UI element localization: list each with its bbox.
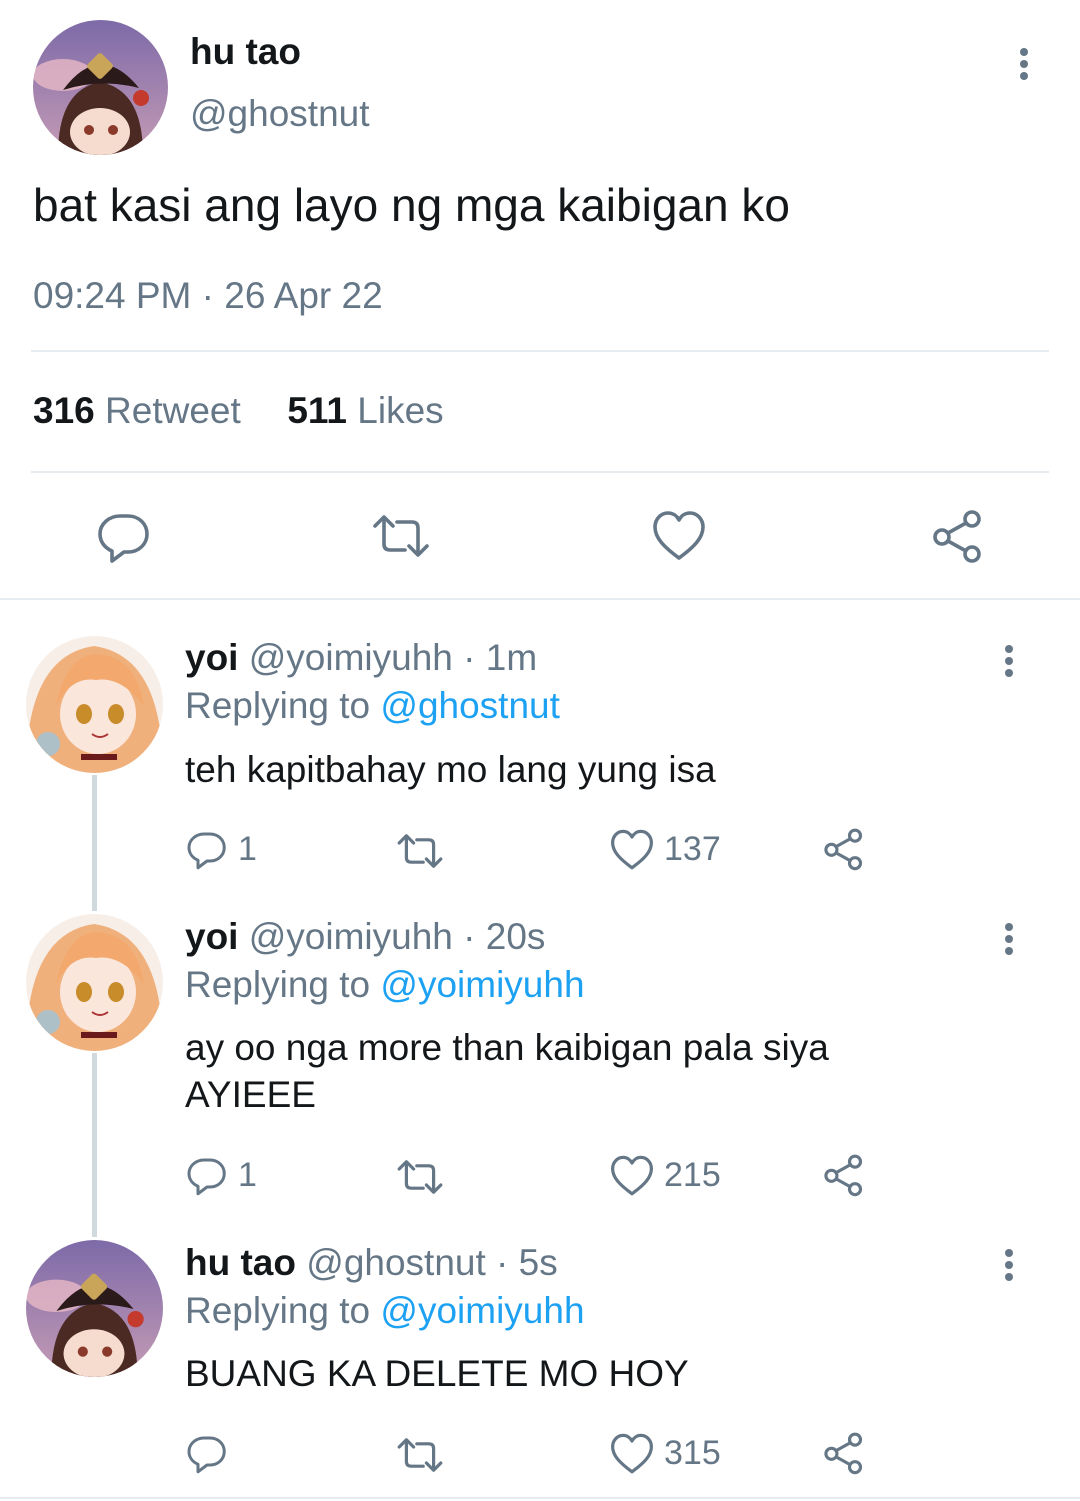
retweet-icon[interactable] (371, 510, 431, 567)
share-icon[interactable] (822, 827, 866, 876)
more-options-icon[interactable] (994, 1243, 1024, 1287)
retweet-count[interactable]: 316 (33, 390, 95, 431)
reply-header: hu tao @ghostnut · 5s (185, 1242, 558, 1284)
replying-to: Replying to @yoimiyuhh (185, 964, 585, 1006)
like-label[interactable]: Likes (357, 390, 443, 431)
reply-avatar[interactable] (26, 1240, 163, 1377)
thread-line (92, 775, 97, 911)
divider (31, 471, 1049, 473)
reply-display-name[interactable]: hu tao (185, 1242, 296, 1283)
replying-to-prefix: Replying to (185, 1290, 371, 1331)
like-count: 315 (664, 1434, 721, 1472)
replying-to-link[interactable]: @ghostnut (380, 685, 560, 726)
tweet-text: bat kasi ang layo ng mga kaibigan ko (33, 179, 790, 231)
retweet-icon[interactable] (396, 1434, 444, 1481)
retweet-icon[interactable] (396, 1156, 444, 1203)
share-icon[interactable] (822, 1153, 866, 1202)
share-icon[interactable] (930, 508, 986, 569)
replying-to: Replying to @yoimiyuhh (185, 1290, 585, 1332)
replying-to-link[interactable]: @yoimiyuhh (380, 1290, 584, 1331)
replying-to-prefix: Replying to (185, 964, 371, 1005)
like-count: 215 (664, 1156, 721, 1194)
reply-display-name[interactable]: yoi (185, 916, 238, 957)
like-count: 137 (664, 830, 721, 868)
like-icon[interactable] (610, 1155, 654, 1202)
like-count[interactable]: 511 (287, 390, 347, 431)
reply-handle-time[interactable]: @yoimiyuhh · 1m (249, 637, 537, 678)
author-display-name[interactable]: hu tao (190, 31, 301, 73)
reply-avatar[interactable] (26, 636, 163, 773)
like-icon[interactable] (610, 1433, 654, 1480)
like-icon[interactable] (610, 829, 654, 876)
more-options-icon[interactable] (994, 917, 1024, 961)
reply-display-name[interactable]: yoi (185, 637, 238, 678)
retweet-icon[interactable] (396, 830, 444, 877)
retweet-label[interactable]: Retweet (105, 390, 241, 431)
bottom-divider (0, 1497, 1080, 1499)
reply-avatar[interactable] (26, 914, 163, 1051)
reply-icon[interactable] (186, 828, 228, 875)
more-options-icon[interactable] (994, 639, 1024, 683)
reply-icon[interactable] (186, 1432, 228, 1479)
reply-text: teh kapitbahay mo lang yung isa (185, 749, 716, 790)
divider (31, 350, 1049, 352)
thread-line (92, 1053, 97, 1237)
reply-count: 1 (238, 830, 257, 868)
author-handle[interactable]: @ghostnut (190, 93, 370, 135)
like-icon[interactable] (652, 510, 706, 567)
section-divider (0, 598, 1080, 600)
replying-to-link[interactable]: @yoimiyuhh (380, 964, 584, 1005)
reply-handle-time[interactable]: @yoimiyuhh · 20s (249, 916, 546, 957)
replying-to: Replying to @ghostnut (185, 685, 560, 727)
engagement-stats: 316 Retweet 511 Likes (33, 390, 444, 432)
reply-header: yoi @yoimiyuhh · 20s (185, 916, 545, 958)
tweet-timestamp[interactable]: 09:24 PM · 26 Apr 22 (33, 275, 383, 317)
reply-header: yoi @yoimiyuhh · 1m (185, 637, 537, 679)
reply-text: ay oo nga more than kaibigan pala siya (185, 1027, 829, 1068)
reply-text: BUANG KA DELETE MO HOY (185, 1353, 689, 1394)
reply-icon[interactable] (186, 1154, 228, 1201)
share-icon[interactable] (822, 1431, 866, 1480)
reply-text-line-2: AYIEEE (185, 1074, 316, 1115)
reply-count: 1 (238, 1156, 257, 1194)
reply-icon[interactable] (96, 508, 152, 569)
more-options-icon[interactable] (1009, 42, 1039, 86)
author-avatar[interactable] (33, 20, 168, 155)
reply-handle-time[interactable]: @ghostnut · 5s (306, 1242, 557, 1283)
replying-to-prefix: Replying to (185, 685, 371, 726)
